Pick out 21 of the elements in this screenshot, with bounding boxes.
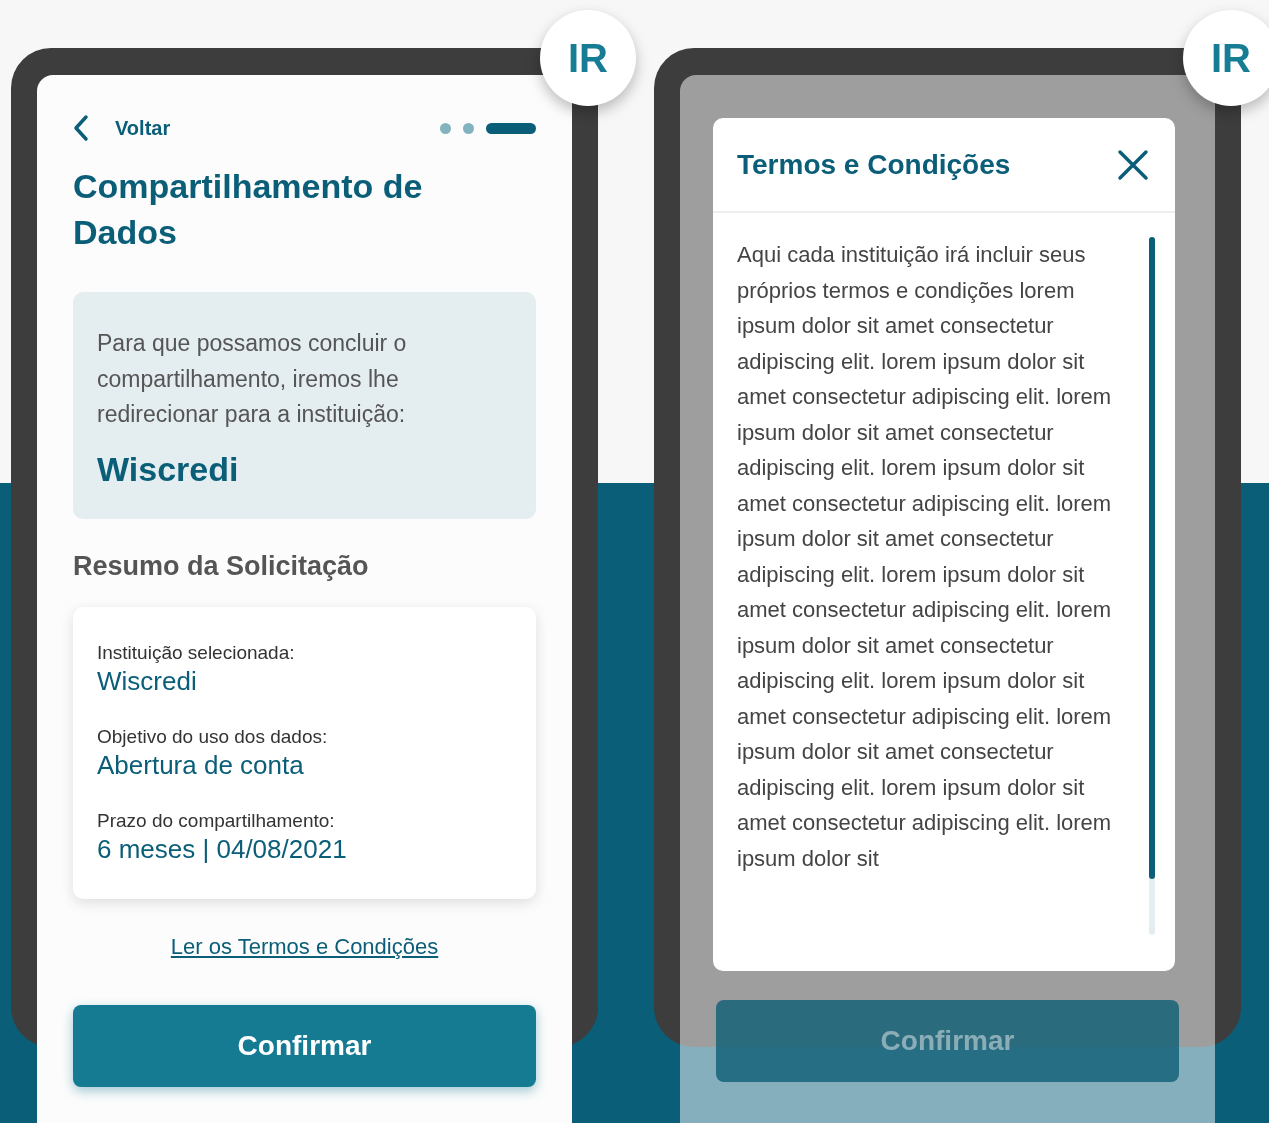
ir-badge: IR — [540, 10, 636, 106]
page-title: Compartilhamento de Dados — [73, 166, 424, 253]
scrollbar[interactable] — [1149, 237, 1155, 935]
field-label: Instituição selecionada: — [97, 640, 296, 665]
chevron-left-icon — [73, 114, 89, 142]
field-label: Prazo do compartilhamento: — [97, 808, 336, 833]
close-icon — [1117, 148, 1149, 181]
field-value: Abertura de conta — [97, 748, 305, 781]
section-heading: Resumo da Solicitação — [73, 549, 370, 583]
modal-title: Termos e Condições — [737, 148, 1011, 181]
confirm-button[interactable]: Confirmar — [73, 1004, 536, 1087]
back-button[interactable]: Voltar — [73, 114, 171, 142]
institution-name: Wiscredi — [97, 448, 240, 490]
ir-badge: IR — [1183, 10, 1269, 106]
close-button[interactable] — [1117, 148, 1149, 181]
field-label: Objetivo do uso dos dados: — [97, 724, 329, 749]
field-value: 6 meses | 04/08/2021 — [97, 832, 348, 865]
field-value: Wiscredi — [97, 664, 198, 697]
terms-text: Aqui cada instituição irá incluir seus próprios termos e condições lorem ipsum dolor sit amet consectetur adipiscing elit. lorem ipsum dolor sit amet consectetur adipiscing elit. lorem ipsum dolor sit amet consectetur adipiscing elit. lorem ipsum dolor sit amet consectetur adipiscing elit. lorem ipsum dolor sit amet consectetur adipiscing elit. lorem ipsum dolor sit amet consectetur adipiscing elit. lorem ipsum dolor sit amet consectetur adipiscing elit. lorem ipsum dolor sit amet consectetur adipiscing elit. lorem ipsum dolor sit amet consectetur adipiscing elit. lorem ipsum dolor sit amet consectetur adipiscing elit. lorem ipsum dolor sit — [737, 241, 1113, 873]
terms-link[interactable]: Ler os Termos e Condições — [170, 932, 439, 961]
notice-text: Para que possamos concluir o compartilhamento, iremos lhe redirecionar para a instituição: — [97, 329, 408, 429]
